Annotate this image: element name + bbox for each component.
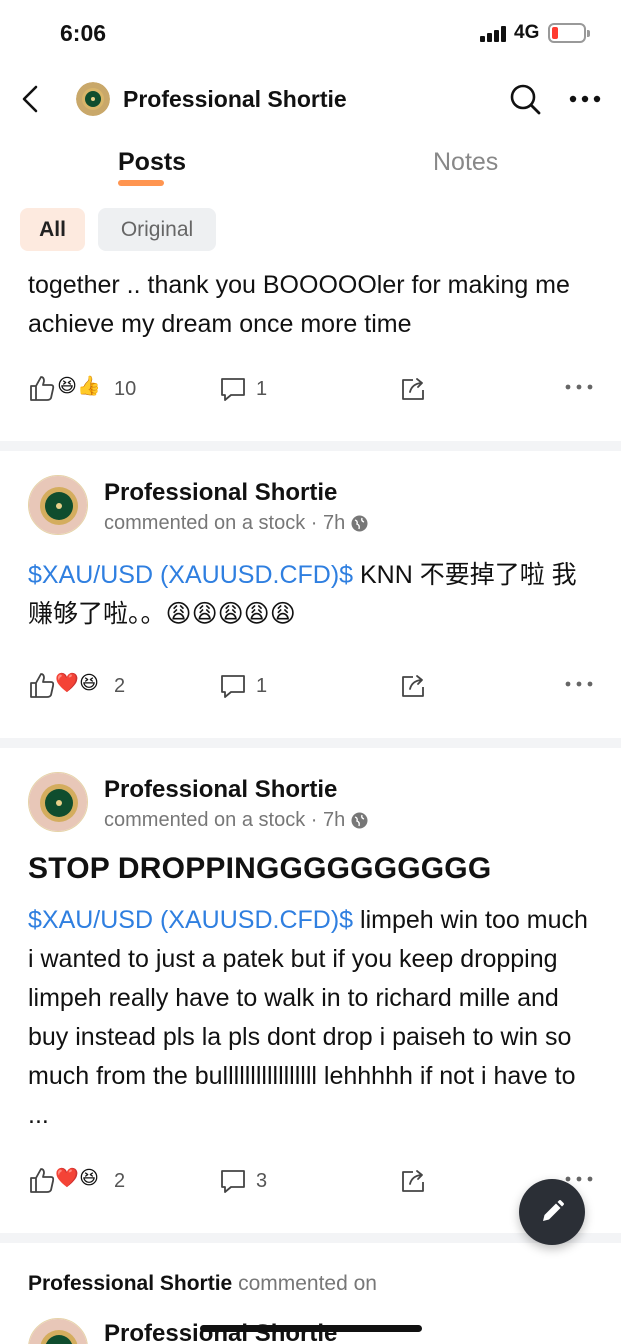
back-icon[interactable] <box>16 84 46 114</box>
like-count: 10 <box>114 378 137 400</box>
page-title: Professional Shortie <box>123 86 347 112</box>
more-icon[interactable] <box>564 679 594 689</box>
grinning-squint-icon: 😆 <box>57 376 77 397</box>
red-heart-icon: ❤️ <box>55 673 79 694</box>
comment-count: 1 <box>256 378 268 400</box>
post-body[interactable]: $XAU/USD (XAUUSD.CFD)$ limpeh win too mu… <box>28 901 598 1135</box>
post-actions: ❤️ 😆 2 3 <box>28 1164 598 1198</box>
avatar[interactable] <box>76 82 110 116</box>
post-meta: commented on a stock · 7h <box>104 512 368 535</box>
post-headline[interactable]: STOP DROPPINGGGGGGGGGG <box>28 852 491 886</box>
author-name[interactable]: Professional Shortie <box>104 1320 337 1344</box>
home-indicator <box>200 1325 422 1332</box>
tab-bar: Posts Notes <box>0 132 621 196</box>
tab-posts[interactable]: Posts <box>118 148 186 177</box>
like-icon[interactable] <box>28 374 56 402</box>
repost-author: Professional Shortie <box>28 1272 233 1295</box>
comment-count: 1 <box>256 675 268 697</box>
author-name[interactable]: Professional Shortie <box>104 479 337 507</box>
globe-icon <box>351 812 368 829</box>
post-actions: ❤️ 😆 2 1 <box>28 669 598 703</box>
red-heart-icon: ❤️ <box>55 1168 79 1189</box>
post-actions: 😆 👍 10 1 <box>28 372 598 406</box>
meta-text: commented on a stock · 7h <box>104 512 346 534</box>
more-icon[interactable] <box>564 382 594 392</box>
compose-button[interactable] <box>519 1179 585 1245</box>
status-bar: 6:06 4G <box>0 0 621 66</box>
network-label: 4G <box>514 22 540 43</box>
comment-icon[interactable] <box>219 1167 247 1195</box>
thumbs-up-emoji-icon: 👍 <box>77 376 101 397</box>
post-body[interactable]: $XAU/USD (XAUUSD.CFD)$ KNN 不要掉了啦 我赚够了啦。。… <box>28 556 598 634</box>
more-options-icon[interactable] <box>568 88 602 110</box>
share-icon[interactable] <box>399 374 427 402</box>
pencil-icon <box>543 1200 564 1221</box>
ticker-link[interactable]: $XAU/USD (XAUUSD.CFD)$ <box>28 561 353 589</box>
repost-header[interactable]: Professional Shortie commented on <box>28 1272 377 1296</box>
comment-icon[interactable] <box>219 375 247 403</box>
share-icon[interactable] <box>399 671 427 699</box>
filter-original[interactable]: Original <box>98 208 216 251</box>
status-time: 6:06 <box>60 20 107 46</box>
avatar[interactable] <box>28 1318 88 1344</box>
nav-bar: Professional Shortie <box>0 66 621 132</box>
like-count: 2 <box>114 1170 126 1192</box>
post-meta: commented on a stock · 7h <box>104 809 368 832</box>
avatar[interactable] <box>28 772 88 832</box>
tab-notes[interactable]: Notes <box>433 148 498 177</box>
post-body[interactable]: together .. thank you BOOOOOler for maki… <box>28 266 598 344</box>
search-icon[interactable] <box>508 82 542 116</box>
author-name[interactable]: Professional Shortie <box>104 776 337 804</box>
repost-meta: commented on <box>238 1272 377 1295</box>
filter-all[interactable]: All <box>20 208 85 251</box>
comment-count: 3 <box>256 1170 268 1192</box>
battery-icon <box>548 23 590 43</box>
grinning-squint-icon: 😆 <box>79 1168 99 1189</box>
comment-icon[interactable] <box>219 672 247 700</box>
post-body-text: limpeh win too much i wanted to just a p… <box>28 906 588 1129</box>
ticker-link[interactable]: $XAU/USD (XAUUSD.CFD)$ <box>28 906 353 934</box>
share-icon[interactable] <box>399 1166 427 1194</box>
tab-active-indicator <box>118 180 164 186</box>
grinning-squint-icon: 😆 <box>79 673 99 694</box>
like-icon[interactable] <box>28 671 56 699</box>
avatar[interactable] <box>28 475 88 535</box>
globe-icon <box>351 515 368 532</box>
meta-text: commented on a stock · 7h <box>104 809 346 831</box>
like-count: 2 <box>114 675 126 697</box>
divider <box>0 441 621 451</box>
like-icon[interactable] <box>28 1166 56 1194</box>
divider <box>0 738 621 748</box>
signal-icon <box>480 26 508 42</box>
